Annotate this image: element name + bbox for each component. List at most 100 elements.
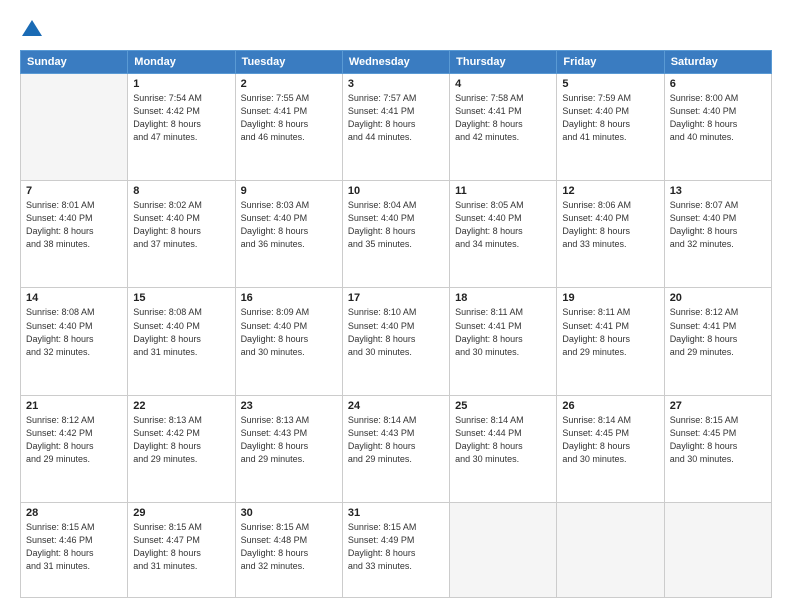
day-number: 5	[562, 78, 658, 90]
day-info: Sunrise: 8:13 AM Sunset: 4:42 PM Dayligh…	[133, 414, 229, 466]
day-number: 23	[241, 400, 337, 412]
weekday-header-row: SundayMondayTuesdayWednesdayThursdayFrid…	[21, 51, 772, 74]
day-info: Sunrise: 8:01 AM Sunset: 4:40 PM Dayligh…	[26, 199, 122, 251]
day-number: 20	[670, 292, 766, 304]
weekday-header: Saturday	[664, 51, 771, 74]
calendar-cell: 28 Sunrise: 8:15 AM Sunset: 4:46 PM Dayli…	[21, 502, 128, 597]
day-info: Sunrise: 8:03 AM Sunset: 4:40 PM Dayligh…	[241, 199, 337, 251]
calendar-table: SundayMondayTuesdayWednesdayThursdayFrid…	[20, 50, 772, 598]
day-info: Sunrise: 8:12 AM Sunset: 4:41 PM Dayligh…	[670, 306, 766, 358]
day-number: 31	[348, 507, 444, 519]
logo	[20, 18, 44, 40]
day-info: Sunrise: 8:15 AM Sunset: 4:49 PM Dayligh…	[348, 521, 444, 573]
calendar-cell	[21, 74, 128, 181]
day-number: 28	[26, 507, 122, 519]
calendar-cell	[664, 502, 771, 597]
calendar-cell: 29 Sunrise: 8:15 AM Sunset: 4:47 PM Dayli…	[128, 502, 235, 597]
day-info: Sunrise: 8:08 AM Sunset: 4:40 PM Dayligh…	[133, 306, 229, 358]
calendar-cell: 7 Sunrise: 8:01 AM Sunset: 4:40 PM Daylig…	[21, 181, 128, 288]
day-number: 29	[133, 507, 229, 519]
calendar-cell: 3 Sunrise: 7:57 AM Sunset: 4:41 PM Daylig…	[342, 74, 449, 181]
calendar-cell: 16 Sunrise: 8:09 AM Sunset: 4:40 PM Dayli…	[235, 288, 342, 395]
day-number: 6	[670, 78, 766, 90]
calendar-cell: 5 Sunrise: 7:59 AM Sunset: 4:40 PM Daylig…	[557, 74, 664, 181]
calendar-cell: 26Sunrise: 8:14 AM Sunset: 4:45 PM Dayli…	[557, 395, 664, 502]
calendar-cell: 6 Sunrise: 8:00 AM Sunset: 4:40 PM Daylig…	[664, 74, 771, 181]
calendar-cell: 19Sunrise: 8:11 AM Sunset: 4:41 PM Dayli…	[557, 288, 664, 395]
calendar-cell: 18 Sunrise: 8:11 AM Sunset: 4:41 PM Dayli…	[450, 288, 557, 395]
calendar-cell: 27 Sunrise: 8:15 AM Sunset: 4:45 PM Dayli…	[664, 395, 771, 502]
calendar-cell: 10 Sunrise: 8:04 AM Sunset: 4:40 PM Dayli…	[342, 181, 449, 288]
day-info: Sunrise: 7:54 AM Sunset: 4:42 PM Dayligh…	[133, 92, 229, 144]
calendar-cell: 14Sunrise: 8:08 AM Sunset: 4:40 PM Dayli…	[21, 288, 128, 395]
day-number: 2	[241, 78, 337, 90]
day-number: 3	[348, 78, 444, 90]
day-number: 24	[348, 400, 444, 412]
calendar-week-row: 7 Sunrise: 8:01 AM Sunset: 4:40 PM Daylig…	[21, 181, 772, 288]
day-info: Sunrise: 8:04 AM Sunset: 4:40 PM Dayligh…	[348, 199, 444, 251]
day-info: Sunrise: 7:59 AM Sunset: 4:40 PM Dayligh…	[562, 92, 658, 144]
calendar-cell: 13 Sunrise: 8:07 AM Sunset: 4:40 PM Dayli…	[664, 181, 771, 288]
calendar-week-row: 21Sunrise: 8:12 AM Sunset: 4:42 PM Dayli…	[21, 395, 772, 502]
weekday-header: Sunday	[21, 51, 128, 74]
calendar-cell: 1 Sunrise: 7:54 AM Sunset: 4:42 PM Daylig…	[128, 74, 235, 181]
calendar-cell: 24Sunrise: 8:14 AM Sunset: 4:43 PM Dayli…	[342, 395, 449, 502]
day-number: 25	[455, 400, 551, 412]
day-info: Sunrise: 8:09 AM Sunset: 4:40 PM Dayligh…	[241, 306, 337, 358]
day-number: 14	[26, 292, 122, 304]
day-number: 7	[26, 185, 122, 197]
calendar-cell	[557, 502, 664, 597]
day-number: 17	[348, 292, 444, 304]
day-number: 22	[133, 400, 229, 412]
calendar-cell: 31 Sunrise: 8:15 AM Sunset: 4:49 PM Dayli…	[342, 502, 449, 597]
weekday-header: Monday	[128, 51, 235, 74]
calendar-cell: 12 Sunrise: 8:06 AM Sunset: 4:40 PM Dayli…	[557, 181, 664, 288]
weekday-header: Tuesday	[235, 51, 342, 74]
calendar-cell: 25 Sunrise: 8:14 AM Sunset: 4:44 PM Dayli…	[450, 395, 557, 502]
day-info: Sunrise: 8:13 AM Sunset: 4:43 PM Dayligh…	[241, 414, 337, 466]
day-number: 11	[455, 185, 551, 197]
day-number: 12	[562, 185, 658, 197]
day-info: Sunrise: 8:11 AM Sunset: 4:41 PM Dayligh…	[455, 306, 551, 358]
day-number: 8	[133, 185, 229, 197]
day-info: Sunrise: 8:06 AM Sunset: 4:40 PM Dayligh…	[562, 199, 658, 251]
day-info: Sunrise: 8:02 AM Sunset: 4:40 PM Dayligh…	[133, 199, 229, 251]
day-info: Sunrise: 8:07 AM Sunset: 4:40 PM Dayligh…	[670, 199, 766, 251]
calendar-week-row: 28 Sunrise: 8:15 AM Sunset: 4:46 PM Dayli…	[21, 502, 772, 597]
day-info: Sunrise: 8:15 AM Sunset: 4:46 PM Dayligh…	[26, 521, 122, 573]
day-info: Sunrise: 8:10 AM Sunset: 4:40 PM Dayligh…	[348, 306, 444, 358]
calendar-week-row: 14 Sunrise: 8:08 AM Sunset: 4:40 PM Dayli…	[21, 288, 772, 395]
day-number: 16	[241, 292, 337, 304]
day-number: 4	[455, 78, 551, 90]
day-number: 9	[241, 185, 337, 197]
calendar-cell: 23 Sunrise: 8:13 AM Sunset: 4:43 PM Dayli…	[235, 395, 342, 502]
day-number: 27	[670, 400, 766, 412]
calendar-cell: 9 Sunrise: 8:03 AM Sunset: 4:40 PM Daylig…	[235, 181, 342, 288]
day-info: Sunrise: 7:55 AM Sunset: 4:41 PM Dayligh…	[241, 92, 337, 144]
day-info: Sunrise: 8:15 AM Sunset: 4:48 PM Dayligh…	[241, 521, 337, 573]
calendar-cell: 22 Sunrise: 8:13 AM Sunset: 4:42 PM Dayli…	[128, 395, 235, 502]
calendar-cell: 17 Sunrise: 8:10 AM Sunset: 4:40 PM Dayli…	[342, 288, 449, 395]
day-info: Sunrise: 8:15 AM Sunset: 4:47 PM Dayligh…	[133, 521, 229, 573]
calendar-cell: 15Sunrise: 8:08 AM Sunset: 4:40 PM Dayli…	[128, 288, 235, 395]
day-number: 21	[26, 400, 122, 412]
page: SundayMondayTuesdayWednesdayThursdayFrid…	[0, 0, 792, 612]
weekday-header: Wednesday	[342, 51, 449, 74]
calendar-cell: 11Sunrise: 8:05 AM Sunset: 4:40 PM Dayli…	[450, 181, 557, 288]
day-number: 1	[133, 78, 229, 90]
day-info: Sunrise: 8:14 AM Sunset: 4:45 PM Dayligh…	[562, 414, 658, 466]
calendar-cell: 4Sunrise: 7:58 AM Sunset: 4:41 PM Daylig…	[450, 74, 557, 181]
day-number: 10	[348, 185, 444, 197]
day-info: Sunrise: 8:00 AM Sunset: 4:40 PM Dayligh…	[670, 92, 766, 144]
day-info: Sunrise: 8:11 AM Sunset: 4:41 PM Dayligh…	[562, 306, 658, 358]
weekday-header: Thursday	[450, 51, 557, 74]
day-number: 18	[455, 292, 551, 304]
calendar-week-row: 1 Sunrise: 7:54 AM Sunset: 4:42 PM Daylig…	[21, 74, 772, 181]
day-info: Sunrise: 8:15 AM Sunset: 4:45 PM Dayligh…	[670, 414, 766, 466]
calendar-cell: 21Sunrise: 8:12 AM Sunset: 4:42 PM Dayli…	[21, 395, 128, 502]
calendar-cell: 2 Sunrise: 7:55 AM Sunset: 4:41 PM Daylig…	[235, 74, 342, 181]
day-number: 13	[670, 185, 766, 197]
day-number: 30	[241, 507, 337, 519]
day-info: Sunrise: 7:57 AM Sunset: 4:41 PM Dayligh…	[348, 92, 444, 144]
day-info: Sunrise: 8:14 AM Sunset: 4:44 PM Dayligh…	[455, 414, 551, 466]
